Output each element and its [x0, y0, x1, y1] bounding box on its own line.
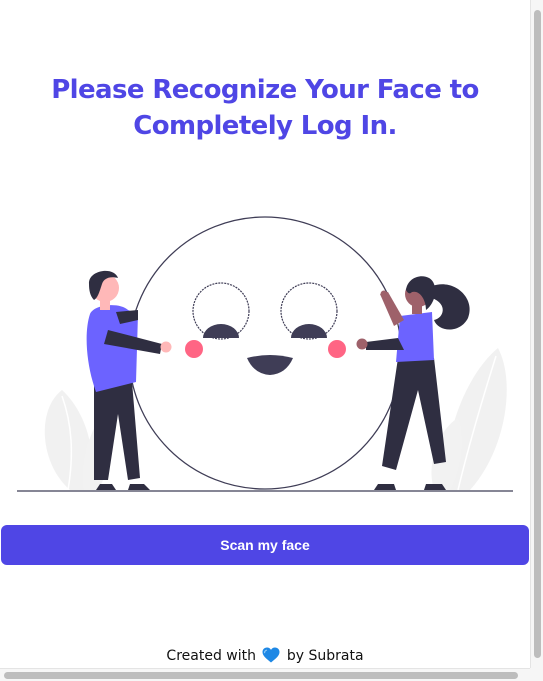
- smiley-face: [128, 216, 402, 490]
- right-leaf-decoration: [431, 348, 507, 491]
- horizontal-scrollbar[interactable]: [0, 668, 530, 681]
- page-title: Please Recognize Your Face to Completely…: [51, 75, 479, 141]
- blue-heart-icon: [262, 647, 280, 669]
- horizontal-scrollbar-thumb[interactable]: [4, 672, 518, 679]
- footer-prefix: Created with: [166, 648, 256, 664]
- face-scan-illustration: [14, 214, 516, 496]
- illustration-svg: [17, 216, 513, 492]
- vertical-scrollbar[interactable]: [530, 0, 543, 668]
- footer-suffix: by Subrata: [286, 648, 364, 664]
- login-page: Please Recognize Your Face to Completely…: [0, 0, 530, 668]
- scrollbar-corner: [530, 668, 543, 681]
- vertical-scrollbar-thumb[interactable]: [534, 10, 541, 658]
- scan-face-button[interactable]: Scan my face: [1, 525, 529, 565]
- footer-credit: Created with by Subrata: [0, 646, 530, 669]
